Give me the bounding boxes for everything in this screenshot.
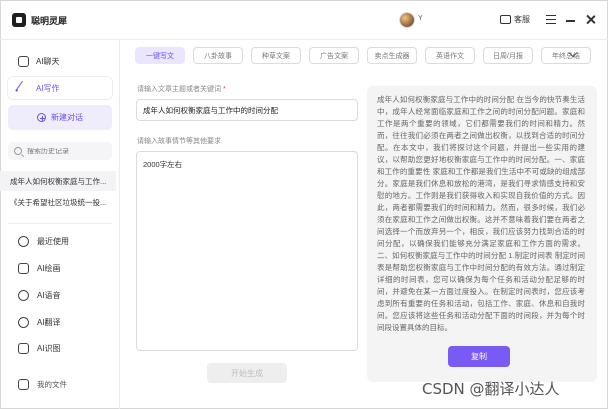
topic-label: 请输入文章主题或者关键词 * [137, 84, 226, 94]
image-recognition-icon [18, 342, 29, 354]
tool-recent[interactable]: 最近使用 [18, 233, 69, 249]
tab-daily-weekly-report[interactable]: 日周/月报 [483, 47, 533, 64]
user-name[interactable]: Y [418, 15, 423, 22]
sidebar-divider [8, 223, 112, 224]
new-chat-button[interactable]: 新建对话 [8, 105, 112, 130]
tab-ad-copy[interactable]: 广告文案 [309, 47, 359, 64]
requirements-label: 请输入故事情节等其他要求 [137, 138, 221, 145]
requirements-textarea[interactable]: 2000字左右 [136, 151, 358, 351]
tab-english-essay[interactable]: 英语作文 [425, 47, 475, 64]
paint-icon [18, 262, 29, 274]
tool-ai-translate[interactable]: AI翻译 [18, 314, 61, 330]
app-title: 聪明灵犀 [31, 16, 68, 26]
translate-icon [18, 316, 29, 328]
customer-service-label: 客服 [514, 15, 530, 24]
generated-text: 成年人如何权衡家庭与工作中的时间分配 在当今的快节奏生活中，成年人经常面临家庭和… [377, 95, 585, 332]
customer-service-button[interactable]: 客服 [500, 11, 530, 25]
new-chat-label: 新建对话 [51, 113, 83, 122]
tool-label: AI识图 [37, 343, 61, 353]
tool-ai-paint[interactable]: AI绘画 [18, 260, 61, 276]
minimize-icon[interactable] [566, 20, 575, 22]
recent-icon [18, 235, 29, 247]
tool-ai-image-recognition[interactable]: AI识图 [18, 340, 61, 356]
output-panel: 成年人如何权衡家庭与工作中的时间分配 在当今的快节奏生活中，成年人经常面临家庭和… [367, 86, 597, 382]
watermark: CSDN @翻译小达人 [422, 380, 560, 398]
sidebar-item-label: AI写作 [36, 83, 60, 93]
tool-label: AI翻译 [37, 317, 61, 327]
plus-circle-icon [37, 113, 46, 122]
sidebar-item-ai-chat[interactable]: AI聊天 [8, 50, 112, 72]
menu-icon[interactable] [546, 15, 556, 24]
tab-year-end-summary[interactable]: 年终总结 [541, 47, 591, 64]
pen-icon [15, 80, 32, 96]
tab-product-recommendation[interactable]: 种草文案 [251, 47, 301, 64]
generate-button[interactable]: 开始生成 [207, 363, 287, 383]
sidebar-item-ai-writing[interactable]: AI写作 [8, 77, 112, 99]
history-item[interactable]: 《关于希望社区垃圾统一投... [0, 192, 116, 212]
voice-icon [18, 289, 29, 301]
tool-label: 最近使用 [37, 236, 69, 246]
tab-gossip-story[interactable]: 八卦故事 [193, 47, 243, 64]
topic-label-text: 请输入文章主题或者关键词 [137, 86, 221, 93]
top-bar: 聪明灵犀 Y 客服 [0, 0, 608, 40]
app-logo-icon [12, 13, 26, 27]
chat-bubble-icon [500, 11, 511, 24]
history-item[interactable]: 成年人如何权衡家庭与工作... [0, 171, 116, 191]
tool-label: AI绘画 [37, 263, 61, 273]
search-icon [14, 147, 22, 155]
topic-input[interactable]: 成年人如何权衡家庭与工作中的时间分配 [136, 99, 358, 121]
history-search[interactable] [8, 142, 112, 160]
sidebar-item-label: AI聊天 [36, 56, 60, 66]
required-mark: * [222, 86, 226, 93]
close-icon[interactable] [585, 14, 595, 24]
file-icon [18, 379, 29, 390]
my-files-label: 我的文件 [37, 380, 67, 389]
copy-button[interactable]: 复制 [448, 346, 510, 367]
tab-one-click-article[interactable]: 一键写文 [135, 47, 185, 64]
tab-selling-point-generator[interactable]: 卖点生成器 [367, 47, 417, 64]
tool-label: AI语音 [37, 290, 61, 300]
user-avatar[interactable] [399, 12, 415, 28]
tool-ai-voice[interactable]: AI语音 [18, 287, 61, 303]
my-files-button[interactable]: 我的文件 [18, 379, 67, 390]
sidebar: AI聊天 AI写作 新建对话 成年人如何权衡家庭与工作... 《关于希望社区垃圾… [0, 40, 120, 409]
writing-type-tabs: 一键写文 八卦故事 种草文案 广告文案 卖点生成器 英语作文 日周/月报 年终总… [135, 47, 591, 64]
chat-icon [18, 55, 29, 67]
history-search-input[interactable] [27, 147, 107, 155]
